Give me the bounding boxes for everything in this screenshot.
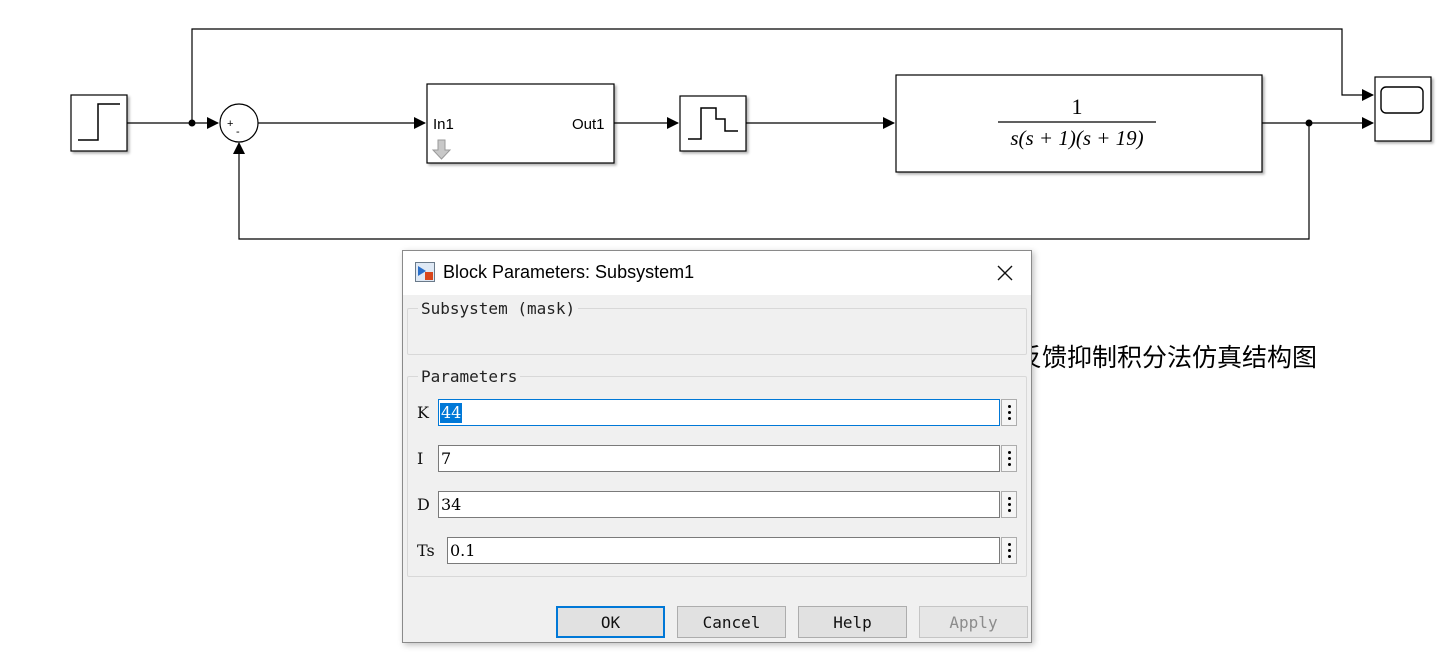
- param-ts-label: Ts: [417, 541, 435, 560]
- param-k-selected-text: 44: [440, 403, 463, 423]
- dialog-titlebar[interactable]: Block Parameters: Subsystem1: [403, 251, 1031, 295]
- scope-screen-icon: [1380, 86, 1424, 114]
- simulink-block-icon: [415, 262, 435, 282]
- parameters-group-label: Parameters: [418, 367, 521, 386]
- scope-block[interactable]: [1374, 76, 1432, 142]
- param-i-label: I: [417, 449, 424, 468]
- param-ts-options-button[interactable]: [1001, 537, 1017, 564]
- branch-point: [1305, 119, 1313, 127]
- param-d-options-button[interactable]: [1001, 491, 1017, 518]
- close-button[interactable]: [989, 257, 1021, 289]
- sum-sign-minus: -: [236, 126, 240, 138]
- mask-group-label: Subsystem (mask): [418, 299, 579, 318]
- param-ts-input[interactable]: [447, 537, 1000, 564]
- step-block[interactable]: [70, 94, 128, 152]
- sum-sign-plus: +: [227, 118, 233, 130]
- param-d-input[interactable]: [438, 491, 1000, 518]
- param-k-label: K: [417, 403, 429, 422]
- param-d-label: D: [417, 495, 430, 514]
- param-k-input[interactable]: [438, 399, 1000, 426]
- close-icon: [997, 265, 1013, 281]
- help-button[interactable]: Help: [798, 606, 907, 638]
- ok-button[interactable]: OK: [556, 606, 665, 638]
- cancel-button[interactable]: Cancel: [677, 606, 786, 638]
- subsystem-in-port-label: In1: [433, 116, 454, 133]
- block-parameters-dialog: Block Parameters: Subsystem1 Subsystem (…: [402, 250, 1032, 643]
- tf-denominator: s(s + 1)(s + 19): [1010, 126, 1143, 150]
- mask-group: Subsystem (mask): [407, 299, 1027, 355]
- zero-order-hold-block[interactable]: [679, 95, 747, 152]
- param-i-options-button[interactable]: [1001, 445, 1017, 472]
- apply-button[interactable]: Apply: [919, 606, 1028, 638]
- param-i-input[interactable]: [438, 445, 1000, 472]
- branch-point: [188, 119, 196, 127]
- param-k-options-button[interactable]: [1001, 399, 1017, 426]
- transfer-function-block[interactable]: 1 s(s + 1)(s + 19): [895, 74, 1263, 173]
- dialog-title: Block Parameters: Subsystem1: [443, 262, 695, 282]
- subsystem-out-port-label: Out1: [572, 116, 605, 133]
- sum-block[interactable]: + -: [219, 103, 259, 143]
- subsystem-block[interactable]: In1 Out1: [426, 83, 615, 164]
- tf-numerator: 1: [1072, 94, 1083, 119]
